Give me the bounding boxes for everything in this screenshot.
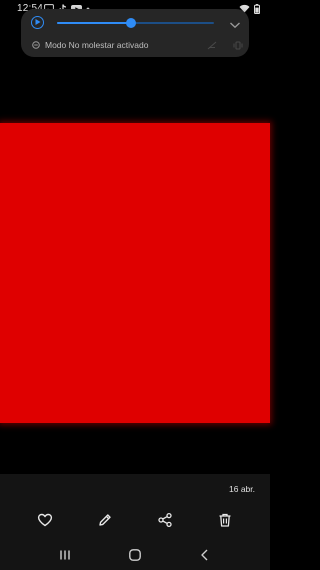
heart-icon	[37, 513, 53, 527]
media-play-button[interactable]	[31, 16, 44, 29]
back-icon	[201, 549, 208, 561]
dnd-status-text: Modo No molestar activado	[45, 40, 149, 50]
share-icon	[158, 512, 172, 528]
share-button[interactable]	[157, 512, 173, 528]
system-navigation-bar	[0, 540, 270, 570]
battery-icon	[254, 3, 260, 14]
background-toggle-icons	[207, 41, 243, 50]
volume-slider[interactable]	[57, 18, 214, 28]
do-not-disturb-icon	[32, 41, 40, 49]
photo-action-bar: 16 abr.	[0, 474, 270, 540]
photo-image[interactable]	[0, 123, 270, 423]
play-icon	[35, 19, 41, 26]
volume-slider-thumb[interactable]	[125, 18, 136, 28]
expand-volume-button[interactable]	[229, 17, 241, 29]
pencil-icon	[99, 514, 111, 526]
edit-button[interactable]	[97, 512, 113, 528]
favorite-button[interactable]	[37, 512, 53, 528]
photo-date: 16 abr.	[229, 484, 255, 494]
volume-panel: Modo No molestar activado	[21, 9, 249, 57]
recent-apps-button[interactable]	[57, 547, 73, 563]
back-button[interactable]	[197, 547, 213, 563]
dnd-status-row: Modo No molestar activado	[32, 39, 148, 51]
muted-notification-icon	[207, 41, 217, 50]
photo-viewer[interactable]	[0, 57, 270, 474]
home-button[interactable]	[127, 547, 143, 563]
trash-icon	[219, 513, 231, 527]
delete-button[interactable]	[217, 512, 233, 528]
recent-apps-icon	[60, 550, 70, 560]
chevron-down-icon	[230, 22, 240, 29]
vibrate-icon	[233, 41, 243, 50]
volume-slider-fill	[57, 22, 131, 24]
home-icon	[129, 549, 141, 561]
